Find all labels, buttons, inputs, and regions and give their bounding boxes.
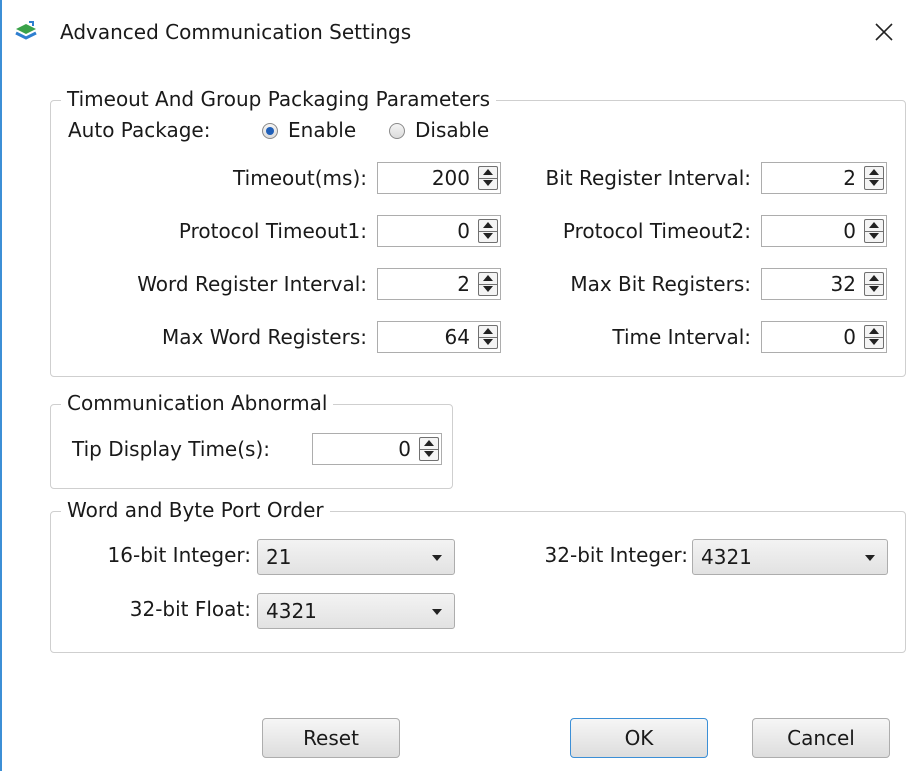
max-word-registers-value: 64 [444,325,470,349]
window-border [0,0,2,771]
spin-down-icon[interactable] [865,231,883,242]
ok-button[interactable]: OK [570,718,708,758]
time-interval-label: Time Interval: [612,325,751,349]
int32-combobox[interactable]: 4321 [692,539,888,575]
int32-label: 32-bit Integer: [544,543,688,567]
float32-combobox[interactable]: 4321 [257,593,455,629]
spin-down-icon[interactable] [865,178,883,189]
advanced-communication-settings-dialog: Advanced Communication Settings Timeout … [0,0,910,771]
cancel-button[interactable]: Cancel [752,718,890,758]
chevron-down-icon [432,555,442,561]
enable-radio[interactable] [262,123,278,139]
tip-display-time-spin-buttons[interactable] [419,437,439,461]
max-word-registers-label: Max Word Registers: [162,325,367,349]
word-register-interval-spinbox[interactable]: 2 [377,268,501,300]
disable-radio-label[interactable]: Disable [415,115,489,145]
enable-radio-label[interactable]: Enable [288,115,356,145]
timeout-label: Timeout(ms): [233,166,367,190]
spin-down-icon[interactable] [420,449,438,460]
chevron-down-icon [865,555,875,561]
disable-radio[interactable] [389,123,405,139]
tip-display-time-label: Tip Display Time(s): [72,437,270,461]
byte-order-group-title: Word and Byte Port Order [61,497,330,523]
close-icon [875,23,893,41]
protocol-timeout2-spin-buttons[interactable] [864,219,884,243]
bit-register-interval-spin-buttons[interactable] [864,166,884,190]
spin-down-icon[interactable] [865,284,883,295]
comm-abnormal-group-title: Communication Abnormal [61,390,334,416]
timeout-group-title: Timeout And Group Packaging Parameters [61,86,497,112]
app-icon [14,20,38,42]
tip-display-time-value: 0 [398,437,411,461]
int16-label: 16-bit Integer: [107,543,251,567]
max-word-registers-spin-buttons[interactable] [478,325,498,349]
max-word-registers-spinbox[interactable]: 64 [377,321,501,353]
float32-value: 4321 [266,599,317,623]
protocol-timeout1-value: 0 [457,219,470,243]
byte-order-group-box: Word and Byte Port Order [50,497,906,653]
int16-value: 21 [266,545,292,569]
protocol-timeout1-spinbox[interactable]: 0 [377,215,501,247]
max-bit-registers-spin-buttons[interactable] [864,272,884,296]
protocol-timeout1-label: Protocol Timeout1: [178,219,367,243]
protocol-timeout2-value: 0 [843,219,856,243]
time-interval-spinbox[interactable]: 0 [761,321,887,353]
max-bit-registers-spinbox[interactable]: 32 [761,268,887,300]
timeout-value: 200 [431,166,470,190]
word-register-interval-value: 2 [457,272,470,296]
bit-register-interval-spinbox[interactable]: 2 [761,162,887,194]
reset-button[interactable]: Reset [262,718,400,758]
time-interval-spin-buttons[interactable] [864,325,884,349]
protocol-timeout2-label: Protocol Timeout2: [562,219,751,243]
title-bar: Advanced Communication Settings [0,0,910,60]
spin-down-icon[interactable] [479,337,497,348]
tip-display-time-spinbox[interactable]: 0 [312,433,442,465]
int32-value: 4321 [701,545,752,569]
word-register-interval-spin-buttons[interactable] [478,272,498,296]
close-button[interactable] [866,14,902,50]
spin-down-icon[interactable] [479,284,497,295]
timeout-spin-buttons[interactable] [478,166,498,190]
bit-register-interval-label: Bit Register Interval: [545,166,751,190]
word-register-interval-label: Word Register Interval: [137,272,367,296]
bit-register-interval-value: 2 [843,166,856,190]
chevron-down-icon [432,609,442,615]
spin-down-icon[interactable] [479,231,497,242]
time-interval-value: 0 [843,325,856,349]
protocol-timeout1-spin-buttons[interactable] [478,219,498,243]
max-bit-registers-label: Max Bit Registers: [570,272,751,296]
spin-down-icon[interactable] [479,178,497,189]
window-title: Advanced Communication Settings [60,20,412,44]
timeout-spinbox[interactable]: 200 [377,162,501,194]
max-bit-registers-value: 32 [830,272,856,296]
float32-label: 32-bit Float: [129,597,251,621]
protocol-timeout2-spinbox[interactable]: 0 [761,215,887,247]
auto-package-label: Auto Package: [68,118,211,142]
int16-combobox[interactable]: 21 [257,539,455,575]
spin-down-icon[interactable] [865,337,883,348]
